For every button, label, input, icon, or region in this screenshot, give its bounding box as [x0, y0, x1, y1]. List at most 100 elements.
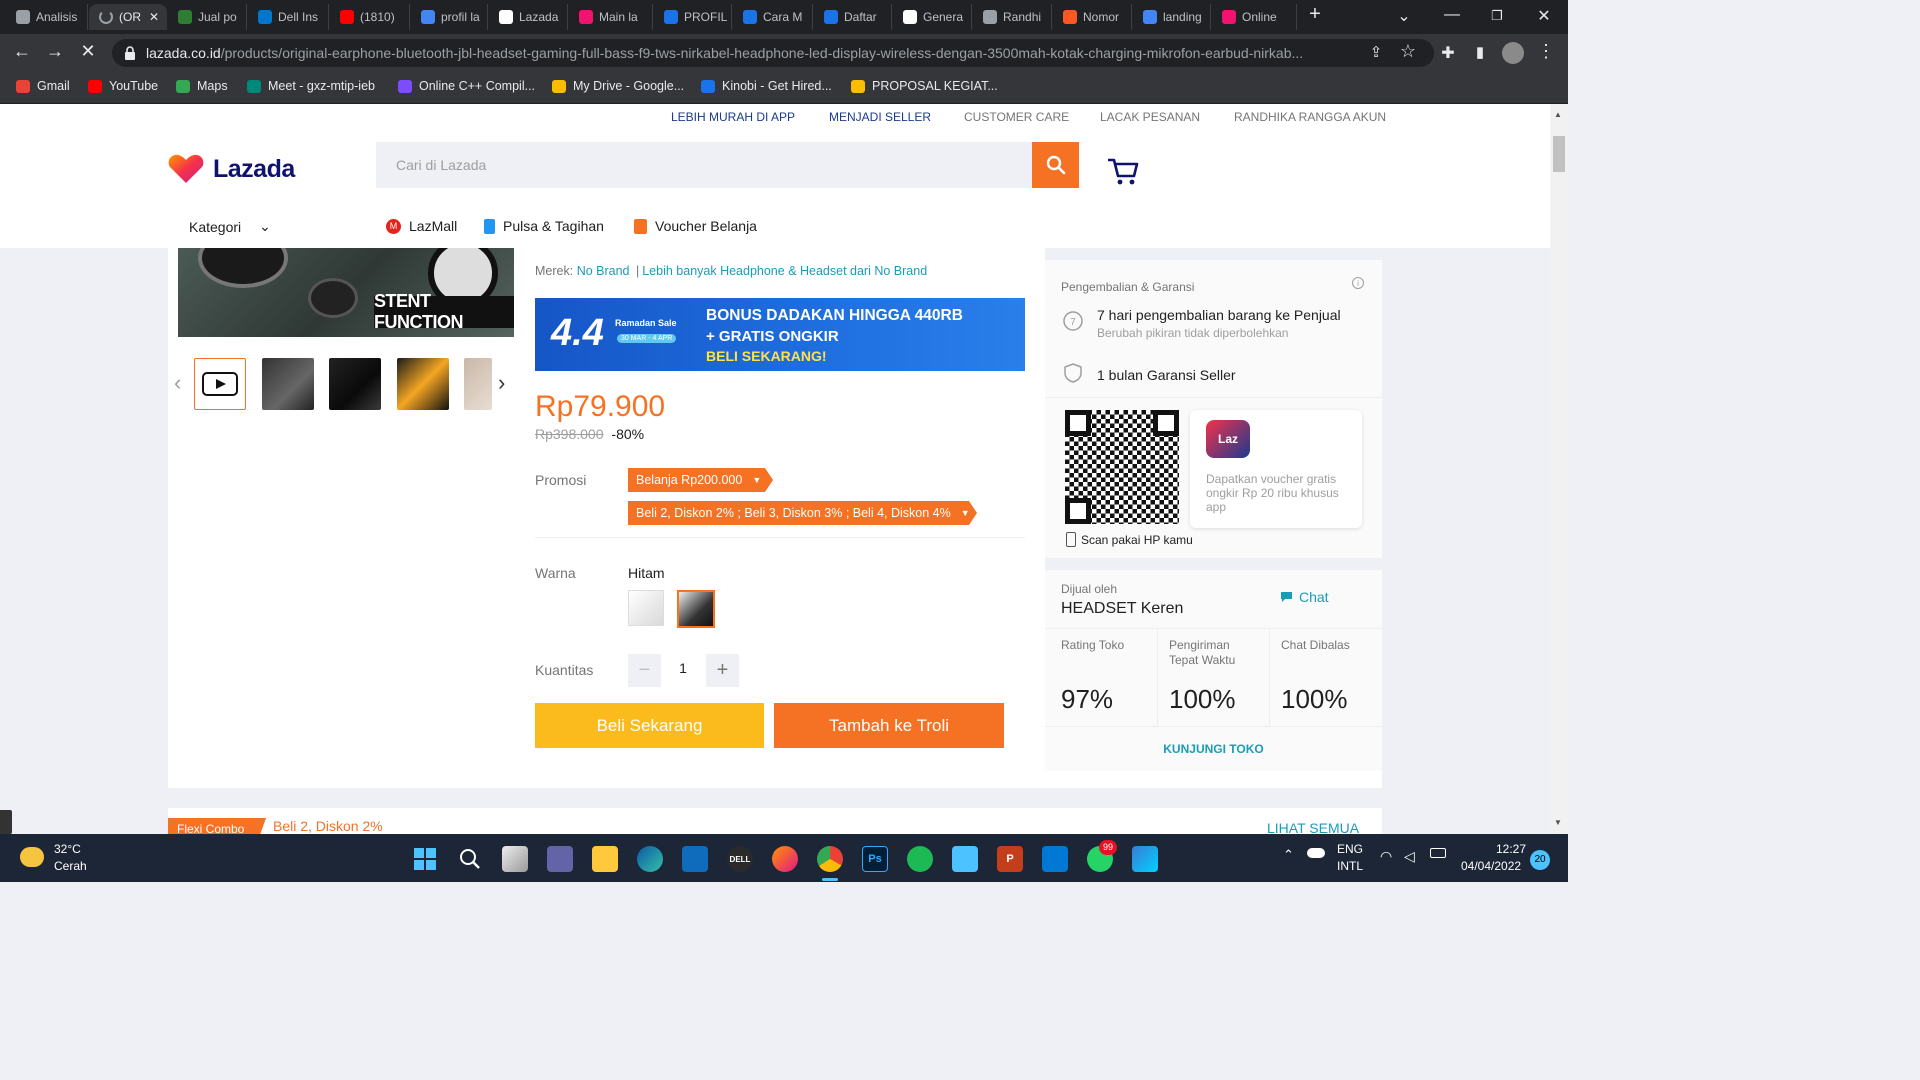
bookmark-item[interactable]: PROPOSAL KEGIAT...: [851, 79, 998, 93]
browser-tab[interactable]: Daftar: [814, 4, 892, 30]
new-tab-button[interactable]: +: [1303, 3, 1327, 26]
bookmark-item[interactable]: My Drive - Google...: [552, 79, 684, 93]
lazmall-link[interactable]: M LazMall: [386, 218, 457, 234]
seller-name[interactable]: HEADSET Keren: [1061, 600, 1183, 618]
wifi-icon[interactable]: ◠: [1380, 848, 1392, 865]
brand-link[interactable]: No Brand: [577, 264, 630, 278]
battery-icon[interactable]: [1430, 848, 1446, 858]
app-promo-card[interactable]: Laz Dapatkan voucher gratis ongkir Rp 20…: [1190, 410, 1362, 528]
browser-tab[interactable]: profil la: [411, 4, 488, 30]
scroll-up-icon[interactable]: ▲: [1554, 110, 1562, 119]
info-icon[interactable]: i: [1352, 277, 1364, 289]
profile-avatar[interactable]: [1502, 42, 1524, 64]
quantity-value[interactable]: 1: [668, 660, 698, 676]
extensions-icon[interactable]: ✚: [1436, 43, 1460, 63]
page-scrollbar[interactable]: ▲ ▼: [1550, 104, 1568, 834]
lang-secondary[interactable]: INTL: [1337, 859, 1363, 873]
browser-tab[interactable]: Nomor: [1053, 4, 1132, 30]
promo-tag-1[interactable]: Belanja Rp200.000 ▼: [628, 468, 773, 492]
search-icon[interactable]: [457, 846, 483, 872]
browser-tab[interactable]: Genera: [893, 4, 972, 30]
color-option-black[interactable]: [677, 590, 715, 628]
browser-tab[interactable]: Randhi: [973, 4, 1052, 30]
bookmark-item[interactable]: Online C++ Compil...: [398, 79, 535, 93]
mail-icon[interactable]: [682, 846, 708, 872]
thumbnail-4[interactable]: [397, 358, 449, 410]
category-dropdown[interactable]: Kategori ⌄: [189, 218, 271, 235]
share-icon[interactable]: ⇪: [1364, 43, 1388, 61]
clock-date[interactable]: 04/04/2022: [1461, 859, 1521, 873]
edge-icon[interactable]: [637, 846, 663, 872]
vscode-icon[interactable]: [1042, 846, 1068, 872]
browser-tab[interactable]: PROFIL: [654, 4, 732, 30]
thumbnail-3[interactable]: [329, 358, 381, 410]
photos-icon[interactable]: [1132, 846, 1158, 872]
link-seller[interactable]: MENJADI SELLER: [829, 110, 931, 124]
weather-desc[interactable]: Cerah: [54, 859, 87, 873]
chat-app-icon[interactable]: [547, 846, 573, 872]
pulsa-link[interactable]: Pulsa & Tagihan: [484, 218, 604, 234]
task-view-icon[interactable]: [502, 846, 528, 872]
forward-icon[interactable]: →: [43, 41, 67, 62]
scroll-down-icon[interactable]: ▼: [1554, 818, 1562, 827]
minimize-button[interactable]: —: [1440, 6, 1464, 24]
promo-tag-2[interactable]: Beli 2, Diskon 2% ; Beli 3, Diskon 3% ; …: [628, 501, 977, 525]
browser-tab[interactable]: Dell Ins: [248, 4, 329, 30]
link-account[interactable]: RANDHIKA RANGGA AKUN: [1234, 110, 1386, 124]
firefox-icon[interactable]: [772, 846, 798, 872]
thumbnail-2[interactable]: [262, 358, 314, 410]
gallery-prev-icon[interactable]: ‹: [174, 370, 181, 396]
video-thumbnail[interactable]: [194, 358, 246, 410]
back-icon[interactable]: ←: [10, 41, 34, 62]
search-button[interactable]: [1032, 142, 1079, 188]
add-to-cart-button[interactable]: Tambah ke Troli: [774, 703, 1004, 748]
browser-tab[interactable]: Cara M: [733, 4, 813, 30]
gallery-next-icon[interactable]: ›: [498, 370, 505, 396]
bookmark-item[interactable]: Meet - gxz-mtip-ieb: [247, 79, 375, 93]
start-icon[interactable]: [412, 846, 438, 872]
scroll-thumb[interactable]: [1553, 136, 1565, 172]
voucher-link[interactable]: Voucher Belanja: [634, 218, 757, 234]
promo-banner[interactable]: 4.4 Ramadan Sale 30 MAR - 4 APR BONUS DA…: [535, 298, 1025, 371]
notepad-icon[interactable]: [952, 846, 978, 872]
browser-tab[interactable]: (OR ✕: [89, 4, 167, 30]
browser-tab[interactable]: Jual po: [168, 4, 247, 30]
close-window-button[interactable]: ✕: [1532, 6, 1556, 26]
dell-icon[interactable]: DELL: [727, 846, 753, 872]
volume-icon[interactable]: ◁: [1404, 848, 1415, 865]
restore-button[interactable]: ❐: [1485, 8, 1509, 24]
weather-temp[interactable]: 32°C: [54, 842, 81, 856]
lazada-logo[interactable]: Lazada: [168, 154, 295, 184]
cart-icon[interactable]: [1106, 156, 1140, 191]
browser-tab[interactable]: Main la: [569, 4, 653, 30]
browser-tab[interactable]: landing: [1133, 4, 1211, 30]
close-tab-icon[interactable]: ✕: [149, 10, 159, 24]
tray-chevron-icon[interactable]: ⌃: [1283, 847, 1294, 863]
weather-icon[interactable]: [20, 847, 44, 867]
buy-now-button[interactable]: Beli Sekarang: [535, 703, 764, 748]
bookmark-item[interactable]: YouTube: [88, 79, 158, 93]
onedrive-icon[interactable]: [1307, 848, 1325, 858]
browser-tab[interactable]: Lazada: [489, 4, 568, 30]
photoshop-icon[interactable]: Ps: [862, 846, 888, 872]
product-main-image[interactable]: STENT FUNCTION: [178, 248, 514, 337]
link-customer-care[interactable]: CUSTOMER CARE: [964, 110, 1069, 124]
lang-primary[interactable]: ENG: [1337, 842, 1363, 856]
powerpoint-icon[interactable]: P: [997, 846, 1023, 872]
side-panel-icon[interactable]: ▮: [1468, 43, 1492, 61]
thumbnail-5[interactable]: [464, 358, 492, 410]
bookmark-item[interactable]: Kinobi - Get Hired...: [701, 79, 832, 93]
chrome-icon[interactable]: [817, 846, 843, 872]
link-app[interactable]: LEBIH MURAH DI APP: [671, 110, 795, 124]
notification-count[interactable]: 20: [1530, 850, 1550, 870]
bookmark-item[interactable]: Maps: [176, 79, 228, 93]
link-track-order[interactable]: LACAK PESANAN: [1100, 110, 1200, 124]
color-option-white[interactable]: [628, 590, 664, 626]
visit-store-link[interactable]: KUNJUNGI TOKO: [1045, 742, 1382, 756]
address-bar[interactable]: lazada.co.id/products/original-earphone-…: [112, 39, 1434, 67]
star-icon[interactable]: ☆: [1396, 41, 1420, 62]
brand-more-link[interactable]: Lebih banyak Headphone & Headset dari No…: [642, 264, 927, 278]
quantity-decrease-button[interactable]: −: [628, 654, 661, 687]
quantity-increase-button[interactable]: +: [706, 654, 739, 687]
browser-tab[interactable]: (1810): [330, 4, 410, 30]
